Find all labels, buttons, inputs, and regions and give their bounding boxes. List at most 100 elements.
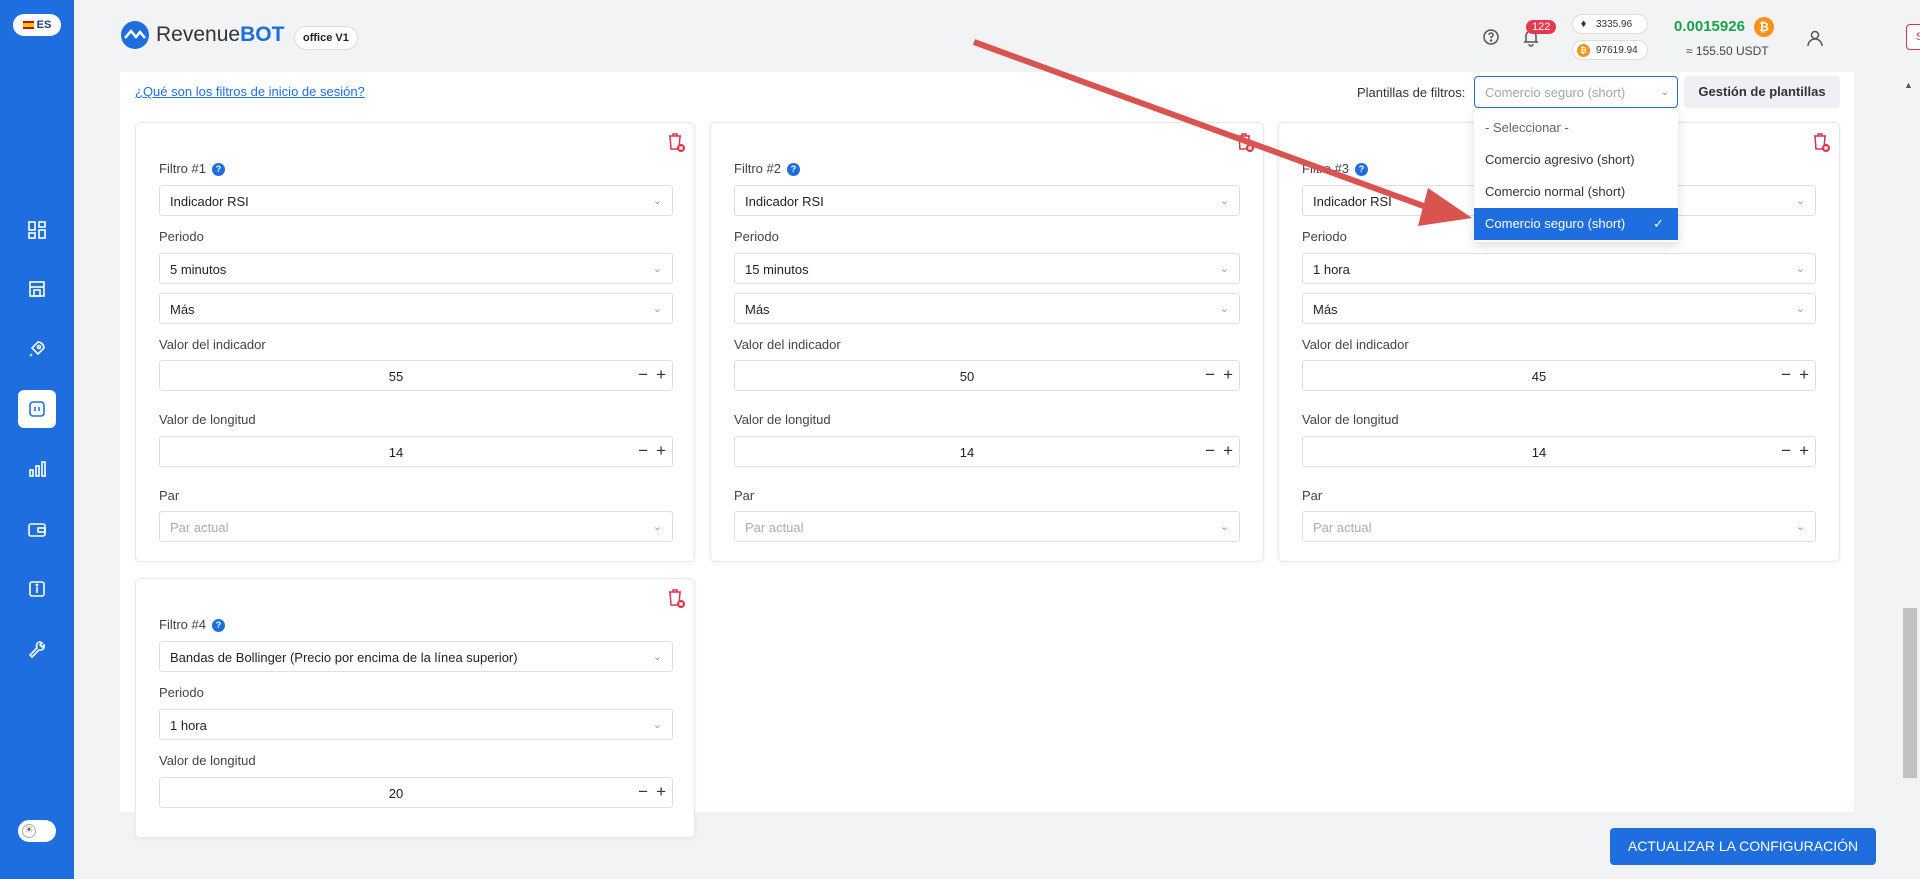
user-icon[interactable] — [1804, 27, 1826, 49]
pair-placeholder: Par actual — [745, 520, 804, 535]
top-header: RevenueBOT office V1 122 ♦ 3335.96 ₿ 976… — [74, 0, 1920, 72]
dropdown-option-select[interactable]: - Seleccionar - — [1474, 112, 1678, 144]
plus-icon[interactable]: + — [1223, 365, 1233, 385]
scroll-up-arrow-icon[interactable]: ▲ — [1904, 80, 1913, 90]
length-value-label: Valor de longitud — [734, 412, 831, 427]
chevron-down-icon: ⌄ — [1219, 195, 1229, 207]
help-link[interactable]: ¿Qué son los filtros de inicio de sesión… — [135, 84, 365, 99]
sun-icon: ☀ — [22, 824, 36, 838]
pair-select[interactable]: Par actual ⌄ — [159, 511, 673, 542]
minus-icon[interactable]: − — [638, 441, 648, 461]
indicator-value: Indicador RSI — [170, 194, 249, 209]
minus-icon[interactable]: − — [1205, 365, 1215, 385]
minus-icon[interactable]: − — [1781, 365, 1791, 385]
brand-name-second: BOT — [240, 23, 285, 46]
filter-title-text: Filtro #4 — [159, 617, 206, 632]
plus-icon[interactable]: + — [656, 782, 666, 802]
length-value-stepper[interactable]: 14 − + — [1302, 436, 1816, 467]
info-book-icon — [29, 581, 45, 597]
chevron-down-icon: ⌄ — [1795, 263, 1805, 275]
brand-logo[interactable]: RevenueBOT — [120, 20, 284, 50]
sidebar-item-tools[interactable] — [18, 630, 56, 668]
direction-select[interactable]: Más ⌄ — [159, 293, 673, 324]
theme-toggle[interactable]: ☀ — [18, 820, 56, 842]
templates-label: Plantillas de filtros: — [1357, 85, 1466, 100]
manage-templates-button[interactable]: Gestión de plantillas — [1684, 76, 1840, 108]
office-version-badge[interactable]: office V1 — [294, 26, 358, 50]
minus-icon[interactable]: − — [1205, 441, 1215, 461]
question-icon[interactable]: ? — [211, 163, 225, 177]
pair-label: Par — [734, 488, 755, 503]
delete-filter-icon[interactable] — [1235, 131, 1255, 153]
balance-bitcoin-icon: ₿ — [1754, 17, 1774, 37]
direction-select[interactable]: Más ⌄ — [1302, 293, 1816, 324]
dropdown-option-aggressive[interactable]: Comercio agresivo (short) — [1474, 144, 1678, 176]
pair-placeholder: Par actual — [170, 520, 229, 535]
indicator-value-label: Valor del indicador — [159, 337, 266, 352]
stepper-value: 45 — [1531, 369, 1547, 384]
sidebar-item-wallet[interactable] — [18, 510, 56, 548]
plus-icon[interactable]: + — [656, 365, 666, 385]
period-select[interactable]: 5 minutos ⌄ — [159, 253, 673, 284]
filter-card-4: Filtro #4? Bandas de Bollinger (Precio p… — [135, 578, 695, 838]
direction-select[interactable]: Más ⌄ — [734, 293, 1240, 324]
plus-icon[interactable]: + — [1799, 441, 1809, 461]
btc-price: 97619.94 — [1596, 44, 1638, 56]
indicator-value-stepper[interactable]: 50 − + — [734, 360, 1240, 391]
sidebar-item-store[interactable] — [18, 270, 56, 308]
language-switcher[interactable]: ES — [13, 14, 61, 36]
templates-select-value: Comercio seguro (short) — [1485, 85, 1626, 100]
question-icon[interactable]: ? — [786, 163, 800, 177]
templates-select[interactable]: Comercio seguro (short) ⌄ — [1474, 76, 1678, 108]
indicator-select[interactable]: Indicador RSI ⌄ — [159, 185, 673, 216]
minus-icon[interactable]: − — [638, 365, 648, 385]
length-value-label: Valor de longitud — [159, 412, 256, 427]
length-value-stepper[interactable]: 14 − + — [159, 436, 673, 467]
pair-select[interactable]: Par actual ⌄ — [734, 511, 1240, 542]
update-settings-button[interactable]: ACTUALIZAR LA CONFIGURACIÓN — [1610, 828, 1876, 865]
sidebar-item-bots[interactable] — [18, 390, 56, 428]
stepper-value: 14 — [959, 445, 975, 460]
indicator-select[interactable]: Indicador RSI ⌄ — [734, 185, 1240, 216]
sidebar-item-dashboard[interactable] — [18, 211, 56, 249]
dropdown-option-normal[interactable]: Comercio normal (short) — [1474, 176, 1678, 208]
chevron-down-icon: ⌄ — [1219, 521, 1229, 533]
plus-icon[interactable]: + — [1799, 365, 1809, 385]
period-value: 1 hora — [170, 718, 207, 733]
direction-value: Más — [170, 302, 195, 317]
brand-name-first: Revenue — [156, 23, 241, 46]
revenuebot-logo-icon — [121, 21, 149, 49]
support-icon[interactable] — [1480, 26, 1502, 48]
delete-filter-icon[interactable] — [1811, 131, 1831, 153]
chevron-down-icon: ⌄ — [1219, 303, 1229, 315]
indicator-select[interactable]: Bandas de Bollinger (Precio por encima d… — [159, 641, 673, 672]
indicator-value-stepper[interactable]: 45 − + — [1302, 360, 1816, 391]
pair-placeholder: Par actual — [1313, 520, 1372, 535]
length-value-stepper[interactable]: 20 − + — [159, 777, 673, 808]
sidebar-item-launch[interactable] — [18, 330, 56, 368]
plus-icon[interactable]: + — [656, 441, 666, 461]
minus-icon[interactable]: − — [1781, 441, 1791, 461]
dropdown-option-safe[interactable]: Comercio seguro (short) ✓ — [1474, 208, 1678, 240]
language-label: ES — [36, 19, 52, 31]
chevron-down-icon: ⌄ — [1795, 195, 1805, 207]
plus-icon[interactable]: + — [1223, 441, 1233, 461]
minus-icon[interactable]: − — [638, 782, 648, 802]
filter-title: Filtro #2? — [734, 161, 800, 177]
delete-filter-icon[interactable] — [666, 587, 686, 609]
logout-button[interactable]: Salir — [1906, 24, 1920, 50]
indicator-value-stepper[interactable]: 55 − + — [159, 360, 673, 391]
period-value: 5 minutos — [170, 262, 227, 277]
period-select[interactable]: 1 hora ⌄ — [159, 709, 673, 740]
stepper-value: 50 — [959, 369, 975, 384]
question-icon[interactable]: ? — [211, 619, 225, 633]
delete-filter-icon[interactable] — [666, 131, 686, 153]
period-select[interactable]: 1 hora ⌄ — [1302, 253, 1816, 284]
sidebar-item-info[interactable] — [18, 570, 56, 608]
length-value-stepper[interactable]: 14 − + — [734, 436, 1240, 467]
scrollbar-thumb[interactable] — [1903, 608, 1917, 778]
pair-select[interactable]: Par actual ⌄ — [1302, 511, 1816, 542]
period-select[interactable]: 15 minutos ⌄ — [734, 253, 1240, 284]
question-icon[interactable]: ? — [1354, 163, 1368, 177]
sidebar-item-statistics[interactable] — [18, 450, 56, 488]
